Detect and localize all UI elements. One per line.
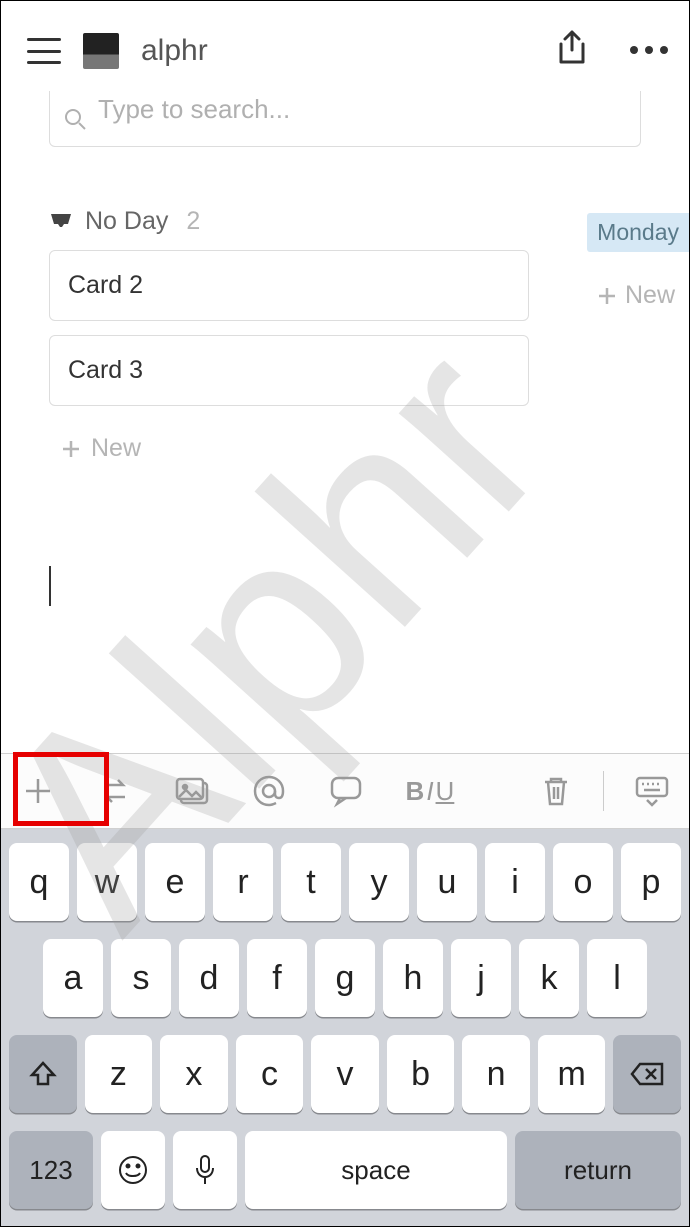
key-v[interactable]: v — [311, 1035, 379, 1113]
search-input[interactable]: Type to search... — [49, 91, 641, 147]
key-d[interactable]: d — [179, 939, 239, 1017]
group-count: 2 — [186, 207, 200, 236]
new-button[interactable]: New — [61, 434, 689, 463]
key-p[interactable]: p — [621, 843, 681, 921]
keyboard-row: z x c v b n m — [9, 1035, 681, 1113]
menu-icon[interactable] — [27, 38, 61, 64]
key-g[interactable]: g — [315, 939, 375, 1017]
key-space[interactable]: space — [245, 1131, 507, 1209]
key-f[interactable]: f — [247, 939, 307, 1017]
on-screen-keyboard: q w e r t y u i o p a s d f g h j k l z … — [1, 829, 689, 1226]
site-icon — [83, 33, 119, 69]
key-r[interactable]: r — [213, 843, 273, 921]
key-shift[interactable] — [9, 1035, 77, 1113]
text-cursor — [49, 566, 51, 606]
new-button-side[interactable]: New — [597, 281, 675, 310]
key-l[interactable]: l — [587, 939, 647, 1017]
key-y[interactable]: y — [349, 843, 409, 921]
keyboard-row: a s d f g h j k l — [9, 939, 681, 1017]
group-label: No Day — [85, 207, 168, 236]
card-item[interactable]: Card 3 — [49, 335, 529, 406]
key-z[interactable]: z — [85, 1035, 153, 1113]
key-b[interactable]: b — [387, 1035, 455, 1113]
key-t[interactable]: t — [281, 843, 341, 921]
inbox-icon — [49, 212, 73, 232]
key-backspace[interactable] — [613, 1035, 681, 1113]
divider — [603, 771, 604, 811]
page-title: alphr — [141, 34, 208, 68]
more-icon[interactable] — [629, 42, 669, 60]
key-u[interactable]: u — [417, 843, 477, 921]
plus-icon — [597, 286, 617, 306]
mention-icon[interactable] — [252, 770, 287, 812]
highlight-annotation — [13, 752, 109, 826]
trash-icon[interactable] — [538, 770, 573, 812]
keyboard-row: 123 space return — [9, 1131, 681, 1209]
key-j[interactable]: j — [451, 939, 511, 1017]
key-k[interactable]: k — [519, 939, 579, 1017]
keyboard-row: q w e r t y u i o p — [9, 843, 681, 921]
plus-icon — [61, 439, 81, 459]
key-a[interactable]: a — [43, 939, 103, 1017]
key-w[interactable]: w — [77, 843, 137, 921]
text-editor[interactable] — [49, 566, 51, 606]
top-bar: alphr — [1, 1, 689, 91]
day-tag[interactable]: Monday — [587, 213, 689, 252]
comment-icon[interactable] — [329, 770, 364, 812]
key-c[interactable]: c — [236, 1035, 304, 1113]
share-icon[interactable] — [555, 30, 589, 73]
key-i[interactable]: i — [485, 843, 545, 921]
key-numbers[interactable]: 123 — [9, 1131, 93, 1209]
key-m[interactable]: m — [538, 1035, 606, 1113]
key-q[interactable]: q — [9, 843, 69, 921]
key-h[interactable]: h — [383, 939, 443, 1017]
format-button[interactable]: BIU — [406, 770, 455, 812]
key-emoji[interactable] — [101, 1131, 165, 1209]
key-s[interactable]: s — [111, 939, 171, 1017]
image-icon[interactable] — [175, 770, 210, 812]
search-placeholder: Type to search... — [98, 94, 290, 125]
search-icon — [64, 108, 86, 130]
keyboard-dismiss-icon[interactable] — [634, 770, 669, 812]
key-n[interactable]: n — [462, 1035, 530, 1113]
key-return[interactable]: return — [515, 1131, 681, 1209]
key-e[interactable]: e — [145, 843, 205, 921]
key-o[interactable]: o — [553, 843, 613, 921]
card-item[interactable]: Card 2 — [49, 250, 529, 321]
key-mic[interactable] — [173, 1131, 237, 1209]
key-x[interactable]: x — [160, 1035, 228, 1113]
